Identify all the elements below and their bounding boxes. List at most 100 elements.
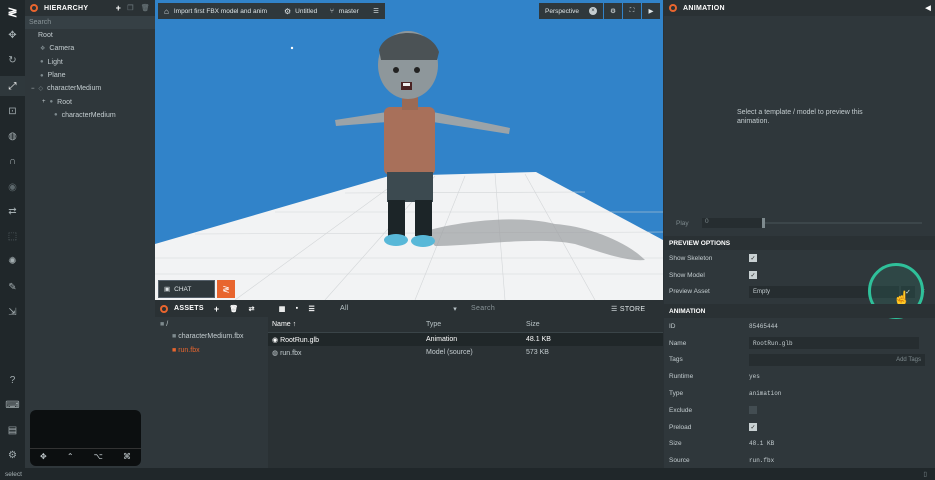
branch-button[interactable]: ⑂ master: [324, 3, 367, 19]
expand-icon[interactable]: +: [42, 99, 46, 105]
lock-icon: ▯: [923, 471, 927, 478]
column-size[interactable]: Size: [526, 321, 540, 328]
panel-toggle-icon[interactable]: [160, 304, 168, 313]
dpad-icon[interactable]: ✥: [40, 452, 47, 461]
up-chevron-icon[interactable]: ⌃: [67, 452, 74, 461]
tags-field[interactable]: Add Tags: [749, 353, 925, 366]
grid-view-icon[interactable]: ▦: [279, 305, 286, 313]
camera-label: Perspective: [545, 7, 579, 15]
viewport-settings-button[interactable]: ⚙: [604, 3, 622, 19]
hierarchy-item-plane[interactable]: ● Plane: [25, 69, 155, 82]
exclude-checkbox[interactable]: [749, 406, 757, 415]
slider-handle[interactable]: [762, 218, 765, 228]
chat-icon: ▣: [164, 286, 171, 293]
animation-title: ANIMATION: [683, 4, 725, 12]
add-entity-icon[interactable]: +: [116, 3, 122, 13]
table-row[interactable]: ◍ run.fbx Model (source) 573 KB: [268, 346, 663, 359]
panel-toggle-icon[interactable]: [669, 4, 677, 12]
eye-icon[interactable]: ◉: [0, 177, 25, 197]
add-asset-icon[interactable]: +: [214, 304, 220, 314]
type-value: animation: [749, 390, 782, 398]
hierarchy-item-light[interactable]: ● Light: [25, 56, 155, 69]
translate-icon[interactable]: ✥: [0, 25, 25, 45]
magnet-icon[interactable]: ∩: [0, 151, 25, 171]
delete-icon[interactable]: 🗑: [141, 4, 150, 12]
world-icon[interactable]: ◍: [0, 126, 25, 146]
thumbnail-view-icon[interactable]: ▪: [296, 305, 299, 312]
asset-filter-select[interactable]: All ▾: [335, 302, 461, 315]
collapse-arrow-icon[interactable]: ◀: [925, 4, 931, 12]
fullscreen-button[interactable]: ⛶: [623, 3, 641, 19]
undo-redo-icon[interactable]: ⇄: [0, 201, 25, 221]
option-key-icon[interactable]: ⌥: [94, 452, 103, 461]
scene-button[interactable]: ⚙ Untitled: [278, 3, 324, 19]
preload-row: Preload ✓: [664, 419, 935, 436]
hierarchy-item-charactermedium-child[interactable]: ● characterMedium: [25, 109, 155, 122]
folder-charactermedium[interactable]: ■ characterMedium.fbx: [172, 333, 244, 340]
hierarchy-item-charactermedium[interactable]: − ◇ characterMedium: [25, 82, 155, 95]
hierarchy-item-root-child[interactable]: + ● Root: [25, 95, 155, 108]
tutorial-label: Import first FBX model and anim: [173, 7, 268, 15]
panel-toggle-icon[interactable]: [30, 4, 38, 12]
chat-bubble-icon[interactable]: ▤: [0, 420, 25, 440]
list-view-icon[interactable]: ☰: [308, 305, 315, 313]
show-skeleton-checkbox[interactable]: ✓: [749, 254, 757, 263]
hierarchy-search-input[interactable]: Search: [25, 16, 155, 29]
asset-table-header: Name ↑ Type Size: [268, 317, 663, 333]
tags-label: Tags: [669, 356, 683, 364]
hierarchy-search-placeholder: Search: [29, 19, 52, 26]
refresh-icon[interactable]: ⇄: [249, 305, 255, 313]
asset-search-input[interactable]: Search: [466, 303, 601, 315]
column-name-label: Name: [272, 321, 291, 328]
resize-icon[interactable]: ⊡: [0, 101, 25, 121]
store-button[interactable]: ☰ STORE: [611, 305, 645, 313]
hierarchy-item-camera[interactable]: ❖ Camera: [25, 42, 155, 55]
publish-icon[interactable]: ⇲: [0, 302, 25, 322]
play-button[interactable]: Play: [676, 220, 702, 227]
show-model-checkbox[interactable]: ✓: [749, 271, 757, 280]
playcanvas-menu-button[interactable]: ≷: [217, 280, 235, 298]
list-button[interactable]: ☰: [367, 3, 385, 19]
hierarchy-item-label: Root: [38, 32, 53, 40]
column-type[interactable]: Type: [426, 321, 526, 328]
folder-label: run.fbx: [178, 347, 200, 354]
animation-icon: ◉: [272, 336, 281, 344]
launch-button[interactable]: ▶: [642, 3, 660, 19]
assets-title: ASSETS: [174, 305, 204, 312]
exclude-label: Exclude: [669, 406, 693, 414]
close-icon[interactable]: ×: [589, 7, 597, 15]
chat-button[interactable]: ▣ CHAT: [158, 280, 215, 298]
delete-asset-icon[interactable]: 🗑: [229, 305, 238, 313]
camera-dropdown[interactable]: Perspective ×: [539, 3, 603, 19]
help-icon[interactable]: ?: [0, 370, 25, 390]
lightbulb-icon[interactable]: ✺: [0, 251, 25, 271]
settings-icon[interactable]: ⚙: [0, 445, 25, 465]
hierarchy-item-root[interactable]: Root: [25, 29, 155, 42]
scene-render: [155, 0, 663, 300]
playcanvas-icon: ≷: [222, 283, 230, 294]
hierarchy-item-label: Camera: [49, 45, 75, 53]
edit-icon[interactable]: ✎: [0, 277, 25, 297]
command-key-icon[interactable]: ⌘: [123, 452, 131, 461]
scale-icon[interactable]: ⤢: [0, 76, 25, 96]
dashed-box-icon[interactable]: ⬚: [0, 226, 25, 246]
folder-run[interactable]: ■ run.fbx: [172, 347, 200, 354]
column-name[interactable]: Name ↑: [268, 321, 426, 328]
tutorial-button[interactable]: ⌂ Import first FBX model and anim: [158, 3, 278, 19]
preview-asset-label: Preview Asset: [669, 288, 710, 296]
play-value[interactable]: 0: [702, 218, 762, 228]
table-row[interactable]: ◉ RootRun.glb Animation 48.1 KB: [268, 333, 663, 346]
hierarchy-header: HIERARCHY + ❐ 🗑: [25, 0, 155, 16]
collapse-icon[interactable]: −: [31, 86, 35, 92]
duplicate-icon[interactable]: ❐: [127, 4, 134, 12]
keyboard-icon[interactable]: ⌨: [0, 395, 25, 415]
folder-root[interactable]: ■ /: [160, 321, 168, 328]
scene-viewport[interactable]: ⌂ Import first FBX model and anim ⚙ Unti…: [155, 0, 663, 300]
size-label: Size: [669, 440, 682, 448]
store-icon: ☰: [611, 305, 620, 313]
rotate-icon[interactable]: ↻: [0, 50, 25, 70]
timeline-slider[interactable]: [762, 218, 922, 228]
name-field[interactable]: RootRun.glb: [749, 337, 919, 350]
preload-checkbox[interactable]: ✓: [749, 423, 757, 432]
tags-row: Tags Add Tags: [664, 352, 935, 369]
